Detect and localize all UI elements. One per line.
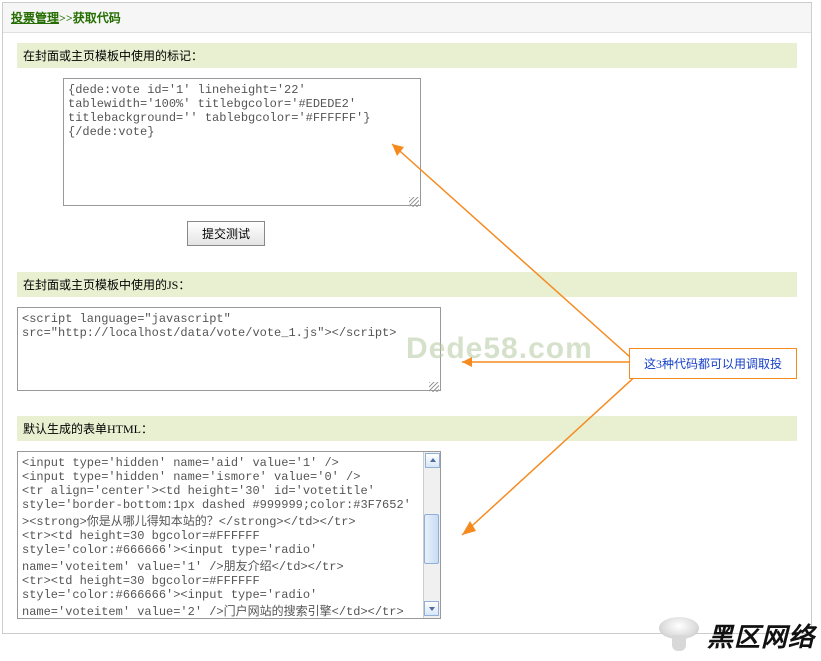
mushroom-icon (657, 613, 701, 657)
scroll-down-button[interactable] (424, 601, 439, 616)
submit-test-button[interactable]: 提交测试 (187, 221, 265, 246)
scroll-thumb[interactable] (424, 514, 439, 564)
annotation-callout: 这3种代码都可以用调取投 (629, 348, 797, 379)
content-area: 在封面或主页模板中使用的标记： 提交测试 在封面或主页模板中使用的JS： 默认生… (3, 33, 811, 633)
breadcrumb-current: 获取代码 (73, 11, 121, 25)
section3-title: 默认生成的表单HTML： (17, 416, 797, 441)
section2-title: 在封面或主页模板中使用的JS： (17, 272, 797, 297)
breadcrumb-sep: >> (59, 11, 73, 25)
js-code-textarea[interactable] (17, 307, 441, 391)
scrollbar[interactable] (423, 452, 440, 618)
html-code-textarea[interactable] (18, 452, 424, 619)
breadcrumb-parent-link[interactable]: 投票管理 (11, 11, 59, 25)
template-tag-textarea[interactable] (63, 78, 421, 206)
breadcrumb: 投票管理>>获取代码 (3, 3, 811, 33)
brand-logo: 黑区网络 (657, 613, 815, 657)
scroll-up-button[interactable] (425, 453, 440, 468)
brand-text: 黑区网络 (707, 617, 815, 654)
section1-title: 在封面或主页模板中使用的标记： (17, 43, 797, 68)
main-panel: 投票管理>>获取代码 在封面或主页模板中使用的标记： 提交测试 在封面或主页模板… (2, 2, 812, 634)
html-code-container (17, 451, 441, 619)
